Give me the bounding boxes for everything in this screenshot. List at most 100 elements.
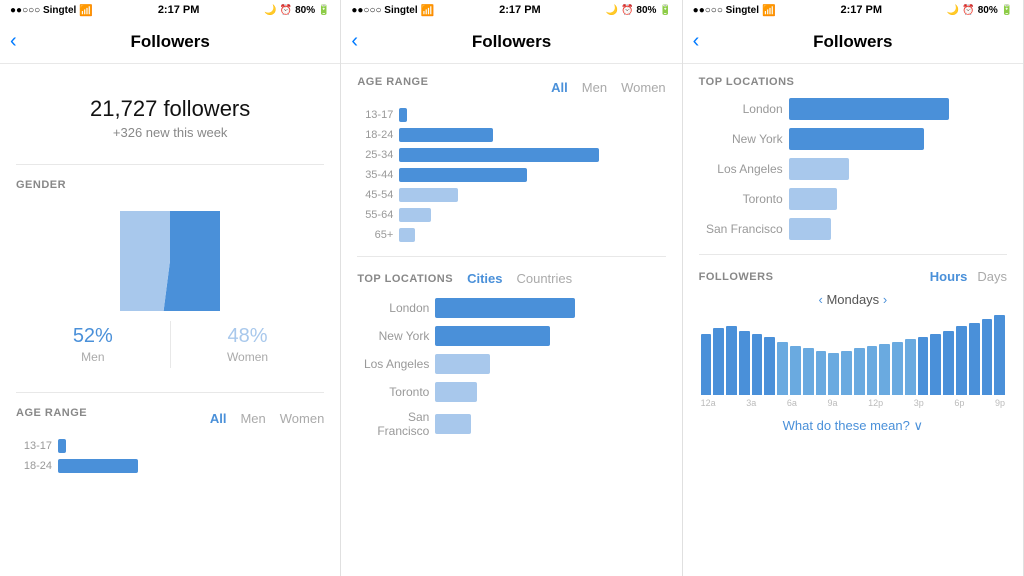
hour-bar-18 bbox=[930, 334, 941, 395]
hour-label-3p: 3p bbox=[914, 398, 924, 408]
hour-bar-11 bbox=[841, 351, 852, 395]
gender-label: GENDER bbox=[16, 179, 324, 191]
cities-bar-chart: London New York Los Angeles Toronto San … bbox=[357, 298, 665, 438]
seg-countries[interactable]: Countries bbox=[516, 271, 572, 286]
city-bar-newyork bbox=[435, 326, 550, 346]
back-button-3[interactable]: ‹ bbox=[693, 30, 700, 53]
followers-section-header: FOLLOWERS Hours Days bbox=[699, 269, 1007, 284]
bar-fill2-45-54 bbox=[399, 188, 458, 202]
seg-women-2[interactable]: Women bbox=[621, 80, 666, 95]
hour-bar-16 bbox=[905, 339, 916, 395]
hour-bar-7 bbox=[790, 346, 801, 395]
bar-fill-18-24 bbox=[58, 459, 138, 473]
bar-fill2-65plus bbox=[399, 228, 415, 242]
nav-header-3: ‹ Followers bbox=[683, 20, 1023, 64]
alarm-2: ⏰ bbox=[621, 5, 633, 16]
battery-1: 80% 🔋 bbox=[295, 5, 330, 16]
hour-bar-12 bbox=[854, 348, 865, 395]
women-label: Women bbox=[171, 350, 325, 364]
seg-all-2[interactable]: All bbox=[551, 80, 568, 95]
hour-bar-22 bbox=[982, 319, 993, 395]
city-label-london: London bbox=[357, 301, 429, 315]
page-title-3: Followers bbox=[813, 32, 892, 52]
city-row-la: Los Angeles bbox=[357, 354, 665, 374]
bar-row2-45-54: 45-54 bbox=[357, 188, 665, 202]
status-bar-2: ●●○○○ Singtel 📶 2:17 PM 🌙 ⏰ 80% 🔋 bbox=[341, 0, 681, 20]
time-3: 2:17 PM bbox=[840, 4, 882, 16]
hour-bar-wrap-18 bbox=[930, 315, 941, 395]
next-day[interactable]: › bbox=[883, 292, 887, 307]
seg-men-2[interactable]: Men bbox=[582, 80, 607, 95]
location-bar-chart-3: London New York Los Angeles Toronto San … bbox=[699, 98, 1007, 240]
loc-bar-london bbox=[789, 98, 949, 120]
bar-label2-55-64: 55-64 bbox=[357, 209, 393, 221]
carrier-1: ●●○○○ Singtel bbox=[10, 5, 76, 16]
hour-bar-1 bbox=[713, 328, 724, 395]
panel-2-content: AGE RANGE All Men Women 13-17 18-24 bbox=[341, 64, 681, 576]
back-button-2[interactable]: ‹ bbox=[351, 30, 358, 53]
bar-fill2-25-34 bbox=[399, 148, 599, 162]
days-option[interactable]: Days bbox=[977, 269, 1007, 284]
hour-bar-wrap-23 bbox=[994, 315, 1005, 395]
status-left-2: ●●○○○ Singtel 📶 bbox=[351, 4, 434, 17]
nav-header-2: ‹ Followers bbox=[341, 20, 681, 64]
status-right-2: 🌙 ⏰ 80% 🔋 bbox=[606, 5, 672, 16]
hour-bar-wrap-21 bbox=[969, 315, 980, 395]
hour-bar-19 bbox=[943, 331, 954, 395]
bar-track-13-17 bbox=[58, 439, 324, 453]
hour-bar-wrap-17 bbox=[918, 315, 929, 395]
bar-label2-65plus: 65+ bbox=[357, 229, 393, 241]
city-bar-toronto bbox=[435, 382, 477, 402]
bar-label2-35-44: 35-44 bbox=[357, 169, 393, 181]
loc-row-sf: San Francisco bbox=[699, 218, 1007, 240]
bar-row2-55-64: 55-64 bbox=[357, 208, 665, 222]
hour-bar-wrap-12 bbox=[854, 315, 865, 395]
seg-cities[interactable]: Cities bbox=[467, 271, 502, 286]
hour-chart bbox=[699, 315, 1007, 395]
seg-men-1[interactable]: Men bbox=[240, 411, 265, 426]
followers-number: 21,727 followers bbox=[16, 96, 324, 122]
city-row-toronto: Toronto bbox=[357, 382, 665, 402]
divider-p2 bbox=[357, 256, 665, 257]
hour-label-12p: 12p bbox=[868, 398, 883, 408]
what-link[interactable]: What do these mean? ∨ bbox=[699, 418, 1007, 434]
panel-2: ●●○○○ Singtel 📶 2:17 PM 🌙 ⏰ 80% 🔋 ‹ Foll… bbox=[341, 0, 682, 576]
bar-fill2-35-44 bbox=[399, 168, 527, 182]
bar-row2-65plus: 65+ bbox=[357, 228, 665, 242]
battery-3: 80% 🔋 bbox=[978, 5, 1013, 16]
hour-bar-wrap-13 bbox=[867, 315, 878, 395]
bar-track2-13-17 bbox=[399, 108, 665, 122]
hour-bar-wrap-6 bbox=[777, 315, 788, 395]
hour-bar-wrap-10 bbox=[828, 315, 839, 395]
hour-label-9p: 9p bbox=[995, 398, 1005, 408]
age-range-header-2: AGE RANGE All Men Women bbox=[357, 76, 665, 98]
seg-women-1[interactable]: Women bbox=[280, 411, 325, 426]
bar-row2-18-24: 18-24 bbox=[357, 128, 665, 142]
wifi-2: 📶 bbox=[421, 4, 435, 17]
city-row-sf: San Francisco bbox=[357, 410, 665, 438]
bar-label2-18-24: 18-24 bbox=[357, 129, 393, 141]
seg-all-1[interactable]: All bbox=[210, 411, 227, 426]
hour-bar-wrap-9 bbox=[816, 315, 827, 395]
divider-2 bbox=[16, 392, 324, 393]
moon-3: 🌙 bbox=[947, 5, 959, 16]
status-bar-3: ●●○○○ Singtel 📶 2:17 PM 🌙 ⏰ 80% 🔋 bbox=[683, 0, 1023, 20]
loc-row-newyork: New York bbox=[699, 128, 1007, 150]
hour-bar-wrap-2 bbox=[726, 315, 737, 395]
carrier-2: ●●○○○ Singtel bbox=[351, 5, 417, 16]
battery-2: 80% 🔋 bbox=[636, 5, 671, 16]
followers-count-block: 21,727 followers +326 new this week bbox=[16, 76, 324, 150]
bar-row-13-17: 13-17 bbox=[16, 439, 324, 453]
hour-labels: 12a 3a 6a 9a 12p 3p 6p 9p bbox=[699, 395, 1007, 408]
hours-option[interactable]: Hours bbox=[930, 269, 968, 284]
hour-bar-wrap-22 bbox=[982, 315, 993, 395]
hour-bar-3 bbox=[739, 331, 750, 395]
back-button-1[interactable]: ‹ bbox=[10, 30, 17, 53]
moon-1: 🌙 bbox=[264, 5, 276, 16]
bar-row2-25-34: 25-34 bbox=[357, 148, 665, 162]
hour-bar-0 bbox=[701, 334, 712, 395]
hour-bar-wrap-5 bbox=[764, 315, 775, 395]
status-right-3: 🌙 ⏰ 80% 🔋 bbox=[947, 5, 1013, 16]
prev-day[interactable]: ‹ bbox=[818, 292, 822, 307]
page-title-2: Followers bbox=[472, 32, 551, 52]
